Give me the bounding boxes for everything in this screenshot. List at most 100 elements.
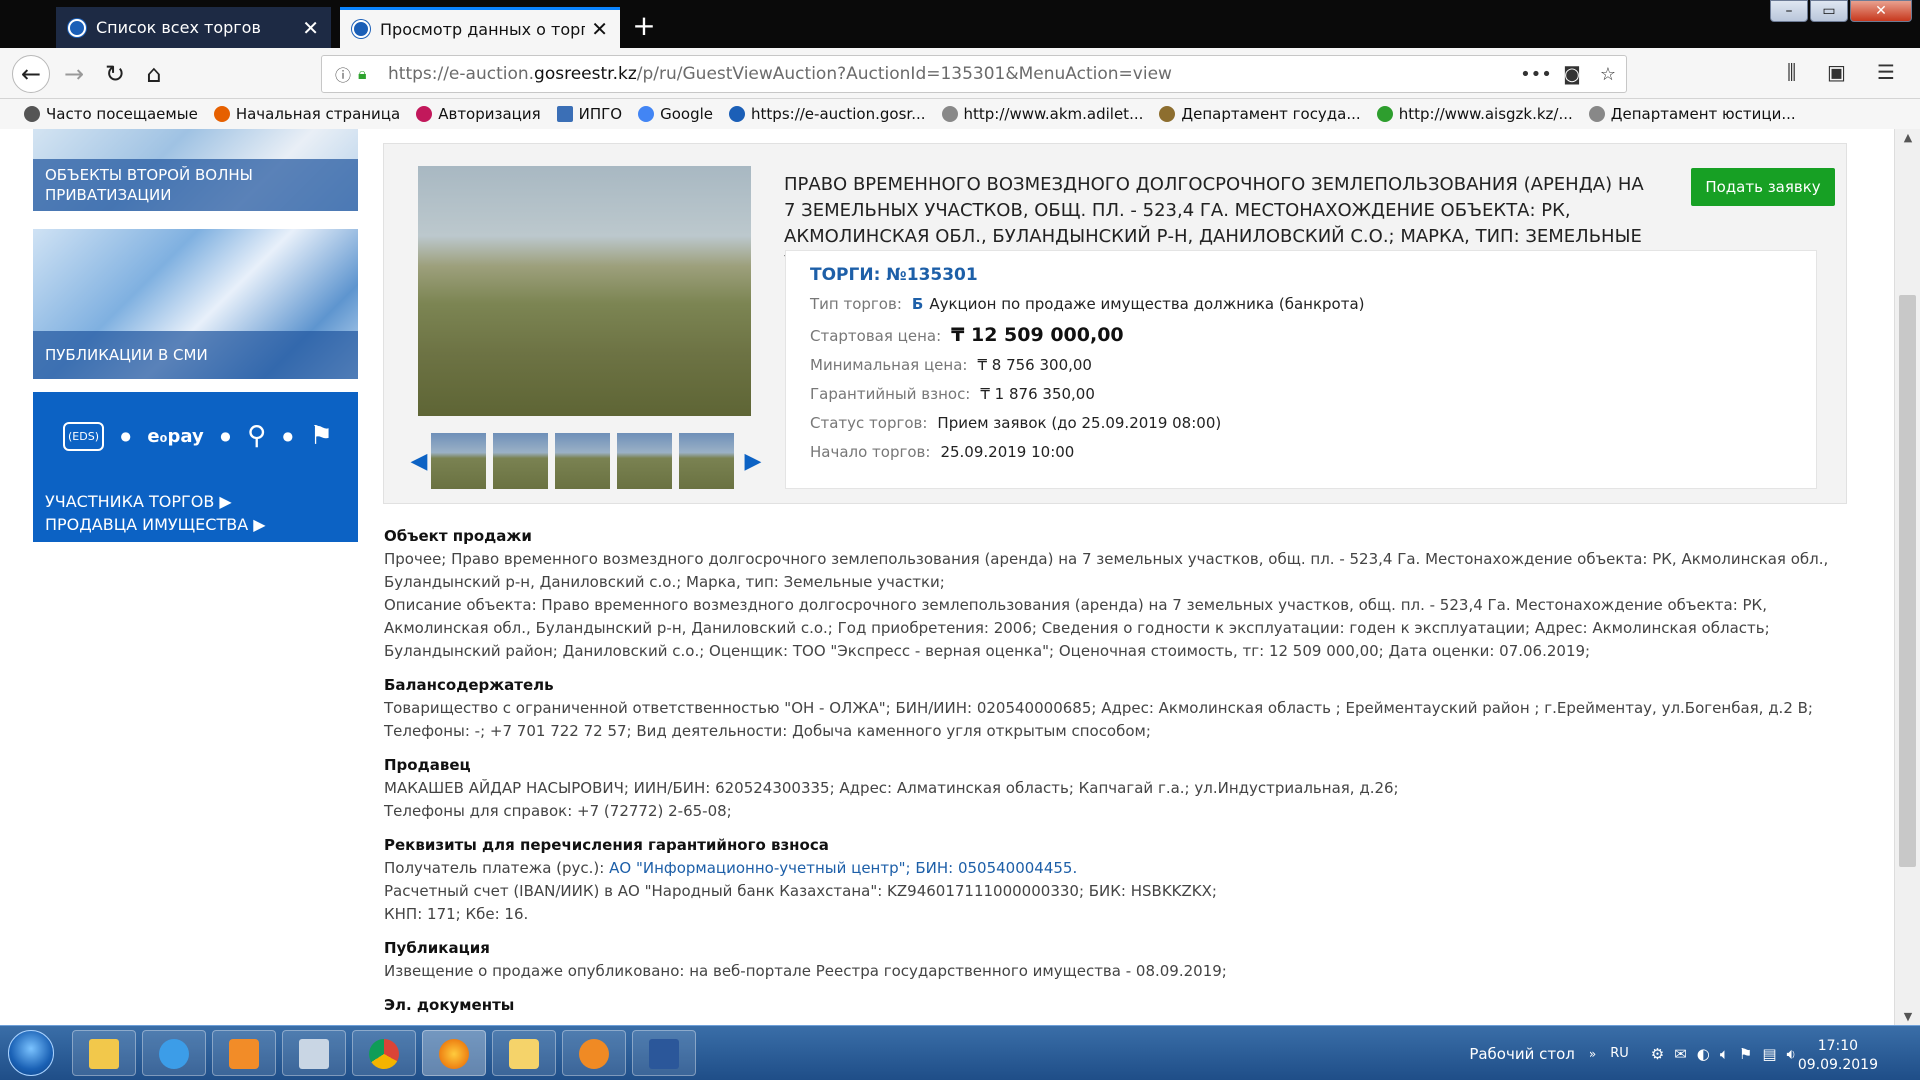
info-label: Статус торгов: [810,414,928,432]
menu-icon[interactable]: ☰ [1877,60,1895,84]
arrow-icon: ● [120,429,131,443]
tray-icon[interactable]: ✉ [1674,1045,1687,1063]
close-icon[interactable]: ✕ [302,18,319,38]
speaker-icon[interactable]: 🔉︎ [1787,1045,1796,1063]
bookmark-item[interactable]: Департамент юстици... [1588,105,1796,123]
taskbar-chrome[interactable] [352,1030,416,1076]
tab-title: Список всех торгов [96,18,261,37]
network-icon[interactable]: ▤ [1762,1045,1776,1063]
language-indicator[interactable]: RU [1610,1046,1629,1061]
gear-icon [24,106,40,122]
lock-icon[interactable]: 🔒︎ [358,64,380,84]
section-heading: Балансодержатель [384,676,554,694]
scroll-down-icon[interactable]: ▼ [1895,1010,1920,1023]
bookmark-item[interactable]: Часто посещаемые [24,105,198,123]
new-tab-button[interactable]: + [627,10,661,42]
lot-photo[interactable] [418,166,751,416]
info-row-deposit: Гарантийный взнос: ₸ 1 876 350,00 [810,385,1792,414]
lot-details: Объект продажи Прочее; Право временного … [384,525,1854,1017]
site-favicon-icon [352,20,370,38]
banner-label: ОБЪЕКТЫ ВТОРОЙ ВОЛНЫ ПРИВАТИЗАЦИИ [33,159,358,211]
tray-icon[interactable]: ◐ [1697,1045,1710,1063]
section-text: Получатель платежа (рус.): АО "Информаци… [384,857,1854,880]
word-icon [649,1039,679,1069]
bidder-instruction-link[interactable]: УЧАСТНИКА ТОРГОВ ▶ [45,490,266,513]
bookmark-item[interactable]: Начальная страница [213,105,400,123]
banner-media-publications[interactable]: ПУБЛИКАЦИИ В СМИ [33,229,358,379]
bookmark-label: https://e-auction.gosr... [751,105,926,123]
photo-thumbnail[interactable] [617,433,672,489]
tab-auction-list[interactable]: Список всех торгов ✕ [56,7,331,48]
section-heading: Продавец [384,756,471,774]
seller-instruction-link[interactable]: ПРОДАВЦА ИМУЩЕСТВА ▶ [45,513,266,536]
taskbar-explorer[interactable] [72,1030,136,1076]
taskbar-word[interactable] [632,1030,696,1076]
globe-icon [941,106,958,122]
bookmark-item[interactable]: https://e-auction.gosr... [729,105,926,123]
section-text: Телефоны для справок: +7 (72772) 2-65-08… [384,802,732,820]
bookmark-item[interactable]: Департамент госуда... [1159,105,1361,123]
scroll-up-icon[interactable]: ▲ [1895,131,1920,144]
clock[interactable]: 17:10 09.09.2019 [1798,1037,1878,1075]
bookmark-item[interactable]: ИПГО [556,105,622,123]
info-label: Тип торгов: [810,295,902,313]
start-button[interactable] [8,1030,54,1076]
apply-button[interactable]: Подать заявку [1691,168,1835,206]
recipient-link[interactable]: АО "Информационно-учетный центр"; БИН: 0… [609,859,1077,877]
taskbar-app[interactable] [562,1030,626,1076]
taskbar-ie[interactable] [142,1030,206,1076]
info-label: Гарантийный взнос: [810,385,971,403]
auction-number: ТОРГИ: №135301 [810,265,978,285]
bookmark-item[interactable]: Авторизация [416,105,541,123]
bookmark-item[interactable]: Google [638,105,713,123]
bookmark-star-icon[interactable]: ☆ [1590,64,1626,85]
banner-privatization[interactable]: ОБЪЕКТЫ ВТОРОЙ ВОЛНЫ ПРИВАТИЗАЦИИ [33,129,358,211]
url-text[interactable]: https://e-auction.gosreestr.kz/p/ru/Gues… [388,64,1518,84]
process-icons: (EDS) ● e₀pay ● ⚲ ● ⚑ [63,414,333,458]
scrollbar-thumb[interactable] [1899,295,1916,867]
photo-thumbnail[interactable] [679,433,734,489]
close-icon[interactable]: ✕ [591,19,608,39]
info-row-min-price: Минимальная цена: ₸ 8 756 300,00 [810,356,1792,385]
site-favicon-icon [729,106,746,122]
taskbar-mail[interactable] [492,1030,556,1076]
tray-icon[interactable]: ⚙ [1651,1045,1664,1063]
bookmark-label: Департамент юстици... [1610,105,1796,123]
bookmark-item[interactable]: http://www.aisgzk.kz/... [1376,105,1573,123]
info-icon[interactable]: ⓘ [328,62,358,86]
section-heading: Эл. документы [384,996,515,1014]
flag-icon[interactable]: ⚑ [1739,1045,1752,1063]
firefox-icon [439,1039,469,1069]
desktop-toolbar-label[interactable]: Рабочий стол [1469,1045,1575,1063]
forward-button[interactable]: → [55,55,93,93]
chevron-icon[interactable]: » [1589,1047,1596,1061]
taskbar-firefox[interactable] [422,1030,486,1076]
taskbar-media-player[interactable] [212,1030,276,1076]
winner-icon: ⚑ [309,421,333,451]
carousel-prev-icon[interactable]: ◀ [407,449,431,474]
minimize-button[interactable]: – [1770,0,1808,22]
address-bar[interactable]: ⓘ 🔒︎ https://e-auction.gosreestr.kz/p/ru… [321,55,1627,93]
page-scrollbar[interactable]: ▲ ▼ [1894,129,1920,1025]
bookmark-item[interactable]: http://www.akm.adilet... [941,105,1143,123]
banner-label: ПУБЛИКАЦИИ В СМИ [33,331,358,379]
maximize-button[interactable]: ▭ [1810,0,1848,22]
site-favicon-icon [68,18,86,37]
tab-auction-view[interactable]: Просмотр данных о торгах ✕ [340,7,620,48]
library-icon[interactable]: ⫼ [1787,60,1796,84]
banner-instructions[interactable]: (EDS) ● e₀pay ● ⚲ ● ⚑ УЧАСТНИКА ТОРГОВ ▶… [33,392,358,542]
taskbar-calculator[interactable] [282,1030,346,1076]
photo-thumbnail[interactable] [431,433,486,489]
home-button[interactable]: ⌂ [135,55,173,93]
carousel-next-icon[interactable]: ▶ [741,449,765,474]
reload-button[interactable]: ↻ [96,55,134,93]
volume-icon[interactable]: 🔈︎ [1720,1045,1729,1063]
back-button[interactable]: ← [12,55,50,93]
page-actions-icon[interactable]: ••• [1518,64,1554,85]
photo-thumbnail[interactable] [493,433,548,489]
close-window-button[interactable]: ✕ [1850,0,1912,22]
sidebar-icon[interactable]: ▣ [1827,60,1846,84]
photo-thumbnail[interactable] [555,433,610,489]
pocket-icon[interactable]: ◙ [1554,64,1590,85]
bookmark-label: Часто посещаемые [46,105,198,123]
